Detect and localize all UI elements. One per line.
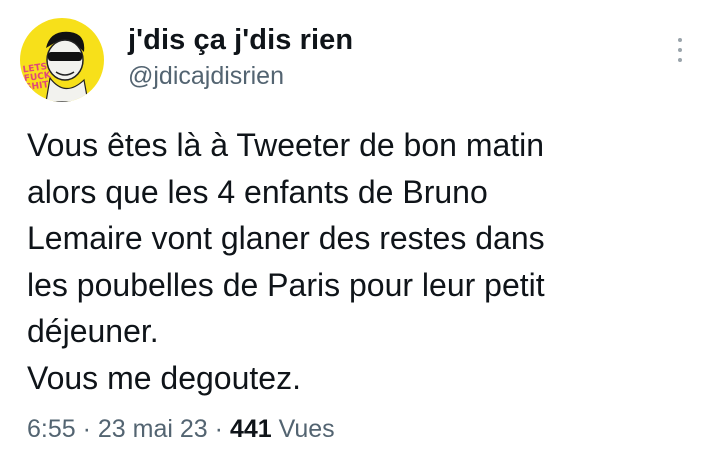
meta-separator: ·	[214, 415, 223, 443]
tweet-text: Vous êtes là à Tweeter de bon matin alor…	[27, 127, 545, 396]
more-vertical-icon[interactable]	[670, 38, 690, 68]
meta-separator: ·	[82, 415, 91, 443]
views-count: 441	[229, 415, 272, 443]
tweet-time[interactable]: 6:55	[27, 415, 76, 443]
user-handle[interactable]: @jdicajdisrien	[128, 62, 284, 91]
tweet-meta: 6:55 · 23 mai 23 · 441 Vues	[27, 415, 335, 444]
display-name[interactable]: j'dis ça j'dis rien	[128, 24, 353, 57]
tweet-date[interactable]: 23 mai 23	[98, 415, 208, 443]
views-label: Vues	[278, 415, 335, 443]
avatar-text: LETS FUCK SHIT	[22, 62, 52, 94]
avatar[interactable]: LETS FUCK SHIT	[20, 18, 104, 102]
